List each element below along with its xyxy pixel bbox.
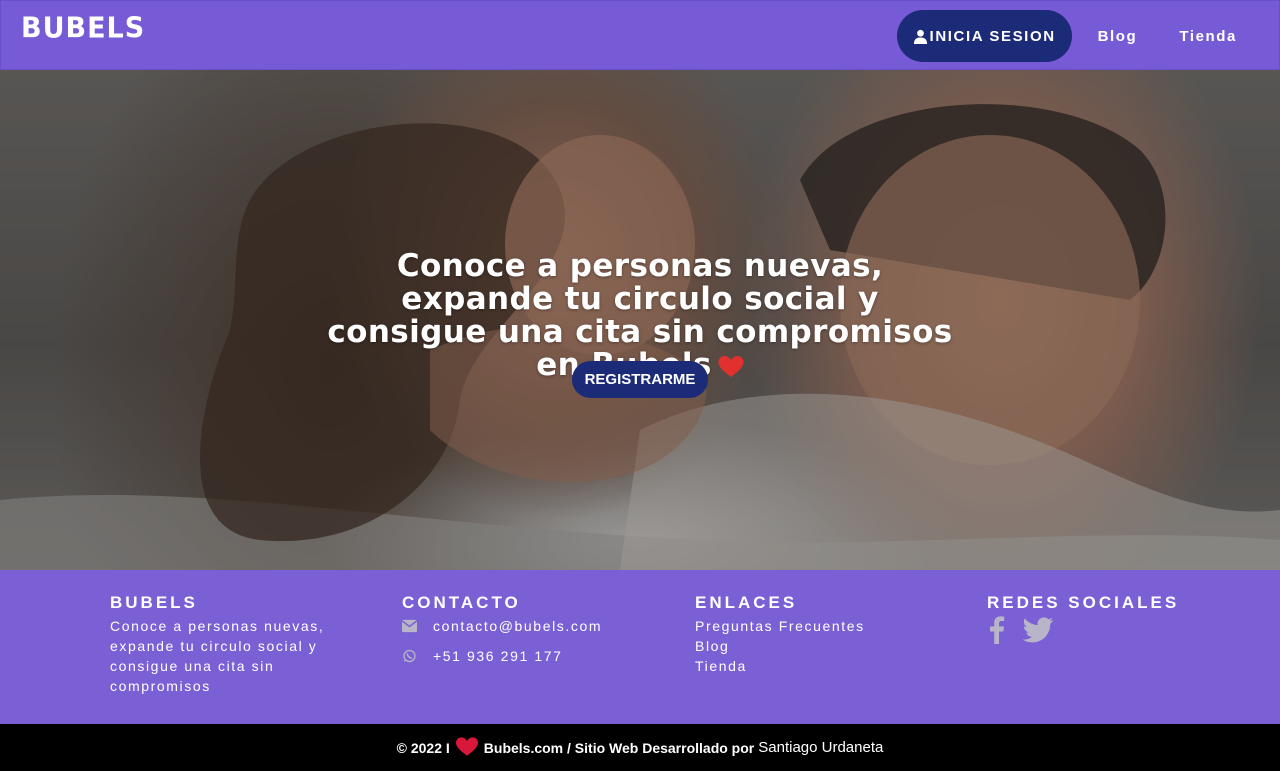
footer-contact: CONTACTO contacto@bubels.com +51 936 291… <box>402 594 662 666</box>
top-navbar: BUBELS INICIA SESION Blog Tienda <box>0 0 1280 70</box>
contact-phone[interactable]: +51 936 291 177 <box>433 646 563 666</box>
nav-link-tienda[interactable]: Tienda <box>1179 28 1237 45</box>
heart-icon <box>718 356 744 377</box>
footer-link-tienda[interactable]: Tienda <box>695 656 935 676</box>
hero-content: Conoce a personas nuevas, expande tu cir… <box>0 70 1280 570</box>
social-icons <box>987 616 1207 644</box>
twitter-icon[interactable] <box>1023 616 1053 644</box>
main-nav: INICIA SESION Blog Tienda <box>896 10 1279 62</box>
site-logo[interactable]: BUBELS <box>21 12 145 45</box>
contact-email-row: contacto@bubels.com <box>402 616 662 636</box>
footer-contact-title: CONTACTO <box>402 593 521 612</box>
developer-link[interactable]: Santiago Urdaneta <box>758 739 883 756</box>
login-label: INICIA SESION <box>929 27 1056 45</box>
register-button[interactable]: REGISTRARME <box>572 361 708 398</box>
footer-social-title: REDES SOCIALES <box>987 593 1180 612</box>
login-button[interactable]: INICIA SESION <box>896 10 1072 62</box>
nav-link-blog[interactable]: Blog <box>1098 28 1138 45</box>
footer-link-blog[interactable]: Blog <box>695 636 935 656</box>
footer-links-title: ENLACES <box>695 593 798 612</box>
hero-section: Conoce a personas nuevas, expande tu cir… <box>0 70 1280 570</box>
copyright-bar: © 2022 I Bubels.com / Sitio Web Desarrol… <box>0 724 1280 771</box>
footer-about-title: BUBELS <box>110 593 198 612</box>
site-credit: Bubels.com / Sitio Web Desarrollado por <box>483 739 755 756</box>
contact-email[interactable]: contacto@bubels.com <box>433 616 602 636</box>
heart-icon <box>455 736 478 756</box>
copyright-text: © 2022 I <box>396 739 450 756</box>
footer-about-text: Conoce a personas nuevas, expande tu cir… <box>110 618 325 694</box>
footer-social: REDES SOCIALES <box>987 594 1207 644</box>
footer-about: BUBELS Conoce a personas nuevas, expande… <box>110 594 350 696</box>
footer-link-faq[interactable]: Preguntas Frecuentes <box>695 616 935 636</box>
facebook-icon[interactable] <box>987 616 1005 644</box>
envelope-icon <box>402 619 417 633</box>
whatsapp-icon <box>403 649 416 663</box>
footer-links: ENLACES Preguntas Frecuentes Blog Tienda <box>695 594 935 676</box>
contact-phone-row: +51 936 291 177 <box>402 646 662 666</box>
user-icon <box>913 29 927 44</box>
footer: BUBELS Conoce a personas nuevas, expande… <box>0 570 1280 724</box>
